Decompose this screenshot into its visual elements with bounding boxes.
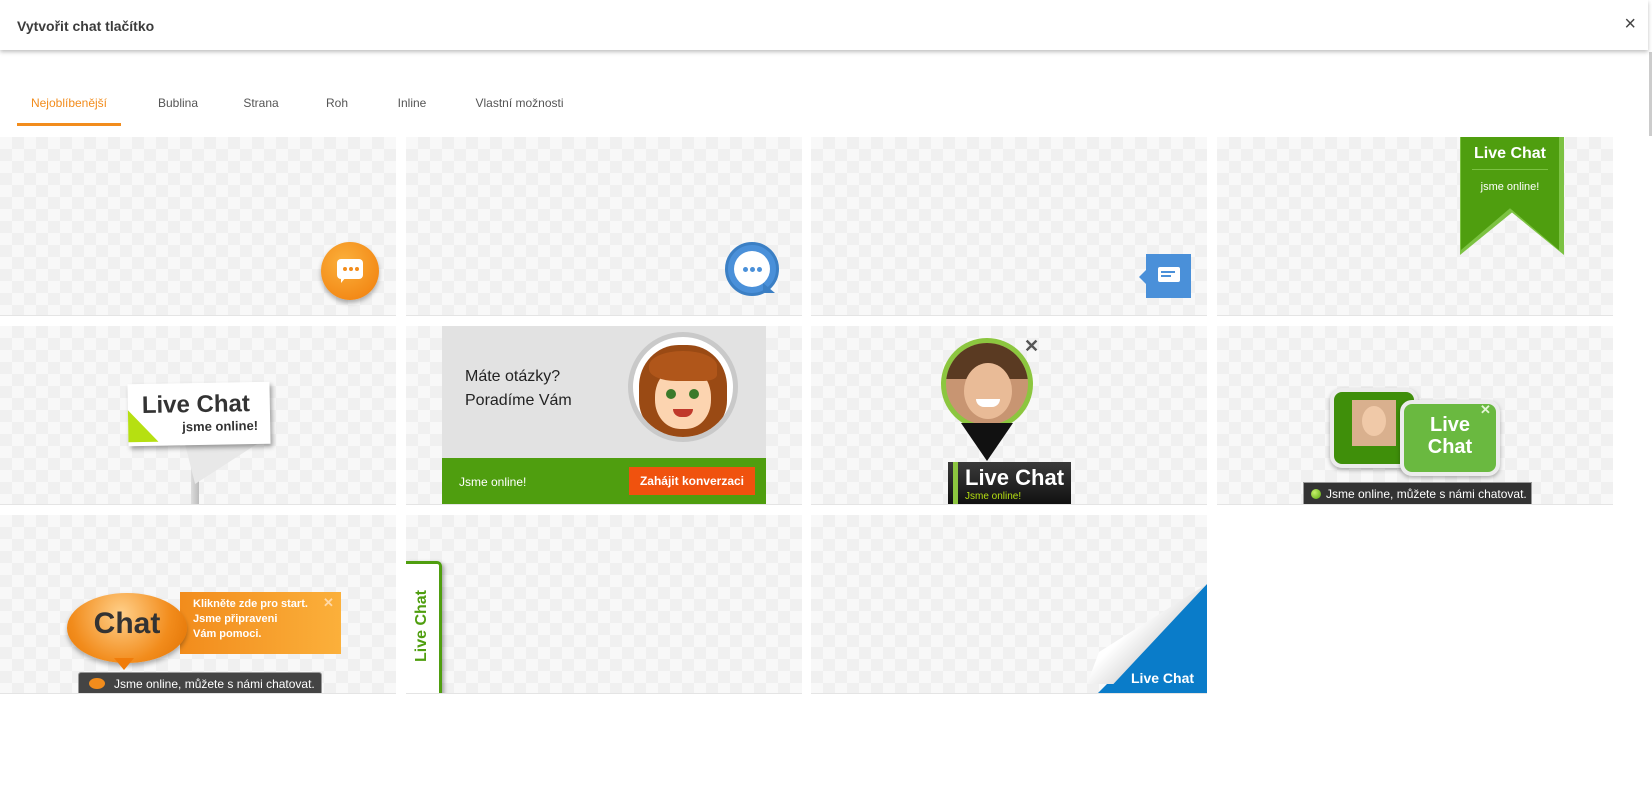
chat-button-option-pin[interactable]: ✕ Live Chat Jsme online! (811, 326, 1207, 505)
tab-strana[interactable]: Strana (241, 92, 281, 123)
chat-bubble: Chat (67, 593, 187, 663)
banner-box: Máte otázky? Poradíme Vám Jsme online! Z… (442, 326, 766, 504)
chat-button-option-bubbles[interactable]: Live Chat ✕ Jsme online, můžete s námi c… (1217, 326, 1613, 505)
tab-bublina[interactable]: Bublina (153, 92, 203, 123)
chat-button-option-flag[interactable]: Live Chat jsme online! (0, 326, 396, 505)
banner-line2: Poradíme Vám (465, 392, 572, 409)
chat-button-option-blue-square[interactable] (811, 137, 1207, 316)
chat-button-option-blue-bubble[interactable] (406, 137, 802, 316)
corner-label: Live Chat (1131, 670, 1195, 686)
flag-subtitle: jsme online! (182, 417, 259, 435)
side-tab: Live Chat (406, 561, 442, 693)
chat-button-option-side-tab[interactable]: Live Chat (406, 515, 802, 694)
tab-vlastni-moznosti[interactable]: Vlastní možnosti (472, 92, 567, 123)
status-bar: Jsme online, můžete s námi chatovat. (1303, 482, 1532, 504)
status-text: Jsme online, můžete s námi chatovat. (1326, 487, 1527, 501)
banner-footer: Jsme online! Zahájit konverzaci (442, 458, 766, 504)
live-chat-bubble: Live Chat ✕ (1400, 400, 1500, 476)
chat-icon (89, 678, 105, 689)
pin-title: Live Chat (965, 465, 1065, 490)
online-dot-icon (1311, 489, 1321, 499)
close-icon[interactable]: ✕ (1024, 336, 1039, 357)
pin-label: Live Chat Jsme online! (948, 462, 1071, 504)
callout-line3: Vám pomoci. (193, 628, 262, 640)
status-text: Jsme online, můžete s námi chatovat. (114, 677, 315, 691)
close-icon[interactable]: ✕ (323, 595, 334, 611)
flag-title: Live Chat (141, 390, 251, 419)
message-icon (1146, 254, 1191, 298)
pin-subtitle: Jsme online! (965, 491, 1022, 502)
dialog-header: Vytvořit chat tlačítko × (0, 0, 1648, 50)
tab-roh[interactable]: Roh (322, 92, 352, 123)
start-conversation-button[interactable]: Zahájit konverzaci (629, 467, 755, 495)
callout-line2: Jsme připraveni (193, 613, 278, 625)
banner-status: Jsme online! (459, 475, 527, 489)
banner-line1: Máte otázky? (465, 368, 561, 385)
ribbon-subtitle: jsme online! (1480, 181, 1540, 193)
chat-button-option-green-ribbon[interactable]: Live Chat jsme online! (1217, 137, 1613, 316)
bubble-line2: Chat (1427, 436, 1473, 458)
agent-photo (941, 338, 1033, 430)
dialog-title: Vytvořit chat tlačítko (17, 18, 155, 34)
tab-nejoblibenejsi[interactable]: Nejoblíbenější (17, 92, 121, 126)
close-icon[interactable]: × (1624, 14, 1636, 34)
flag-sign: Live Chat jsme online! (127, 381, 271, 447)
chat-button-option-banner[interactable]: Máte otázky? Poradíme Vám Jsme online! Z… (406, 326, 802, 505)
side-tab-label: Live Chat (413, 590, 430, 663)
ribbon-badge: Live Chat jsme online! (1461, 137, 1559, 250)
tab-inline[interactable]: Inline (395, 92, 429, 123)
chat-bubble-title: Chat (93, 607, 161, 640)
chat-callout: Klikněte zde pro start. Jsme připraveni … (180, 592, 341, 654)
close-icon[interactable]: ✕ (1480, 402, 1491, 418)
chat-button-option-corner[interactable]: Live Chat (811, 515, 1207, 694)
ribbon-title: Live Chat (1473, 145, 1546, 162)
callout-line1: Klikněte zde pro start. (193, 598, 308, 610)
status-bar: Jsme online, můžete s námi chatovat. (78, 672, 322, 693)
agent-avatar (628, 332, 738, 442)
chat-button-option-orange-chat[interactable]: Klikněte zde pro start. Jsme připraveni … (0, 515, 396, 694)
chat-bubble-icon (321, 242, 379, 300)
chat-button-option-orange-circle[interactable] (0, 137, 396, 316)
